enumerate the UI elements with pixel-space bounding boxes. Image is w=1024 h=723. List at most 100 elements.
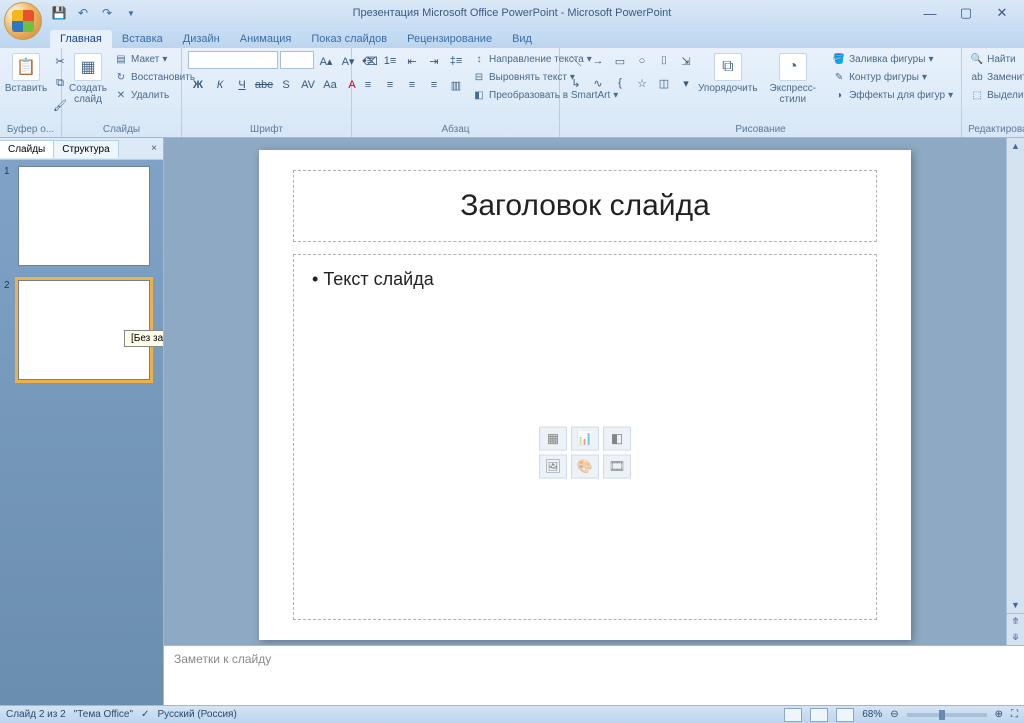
indent-inc-icon[interactable]: ⇥: [424, 51, 444, 71]
status-language[interactable]: Русский (Россия): [157, 709, 236, 720]
insert-media-icon[interactable]: 🎞: [603, 455, 631, 479]
sorter-view-icon[interactable]: [810, 708, 828, 722]
shape-rect-icon[interactable]: ▭: [610, 51, 630, 71]
zoom-out-icon[interactable]: ⊖: [890, 709, 898, 720]
tab-home[interactable]: Главная: [50, 30, 112, 48]
justify-icon[interactable]: ≡: [424, 75, 444, 95]
font-size-input[interactable]: [280, 51, 314, 69]
insert-table-icon[interactable]: ▦: [539, 427, 567, 451]
undo-icon[interactable]: ↶: [74, 4, 92, 22]
replace-button[interactable]: abЗаменить ▾: [968, 69, 1024, 85]
prev-slide-icon[interactable]: ⤊: [1007, 613, 1024, 629]
save-icon[interactable]: 💾: [50, 4, 68, 22]
tab-animation[interactable]: Анимация: [230, 30, 302, 48]
window-title: Презентация Microsoft Office PowerPoint …: [353, 7, 672, 19]
shape-effects-button[interactable]: ◑Эффекты для фигур ▾: [830, 87, 955, 103]
zoom-in-icon[interactable]: ⊕: [995, 709, 1003, 720]
notes-pane[interactable]: Заметки к слайду: [164, 645, 1024, 705]
align-center-icon[interactable]: ≡: [380, 75, 400, 95]
bold-button[interactable]: Ж: [188, 75, 208, 95]
shape-fill-button[interactable]: 🪣Заливка фигуры ▾: [830, 51, 955, 67]
indent-dec-icon[interactable]: ⇤: [402, 51, 422, 71]
columns-icon[interactable]: ▥: [446, 75, 466, 95]
shapes-gallery[interactable]: ＼ → ▭ ○ ⌷ ⇲ ↳ ∿ { ☆ ◫ ▾: [566, 51, 696, 93]
title-placeholder[interactable]: Заголовок слайда: [293, 170, 877, 242]
font-name-input[interactable]: [188, 51, 278, 69]
quick-styles-button[interactable]: ◔ Экспресс-стили: [760, 51, 826, 107]
slide-thumb-2[interactable]: 2 [Без заголовка]: [4, 280, 159, 380]
outline-tab[interactable]: Структура: [54, 140, 118, 158]
maximize-button[interactable]: ▢: [954, 3, 978, 23]
scroll-down-icon[interactable]: ▼: [1007, 597, 1024, 613]
align-right-icon[interactable]: ≡: [402, 75, 422, 95]
shape-star-icon[interactable]: ☆: [632, 73, 652, 93]
align-left-icon[interactable]: ≡: [358, 75, 378, 95]
slide-canvas[interactable]: Заголовок слайда • Текст слайда ▦ 📊 ◧ 🖼 …: [259, 150, 911, 640]
shape-more-icon[interactable]: ⇲: [676, 51, 696, 71]
close-button[interactable]: ✕: [990, 3, 1014, 23]
shape-curve-icon[interactable]: ∿: [588, 73, 608, 93]
shape-connector-icon[interactable]: ↳: [566, 73, 586, 93]
window-controls: — ▢ ✕: [918, 3, 1024, 23]
shapes-expand-icon[interactable]: ▾: [676, 73, 696, 93]
scroll-track[interactable]: [1007, 154, 1024, 597]
office-button[interactable]: [4, 2, 42, 40]
insert-picture-icon[interactable]: 🖼: [539, 455, 567, 479]
numbering-icon[interactable]: 1≡: [380, 51, 400, 71]
shape-line-icon[interactable]: ＼: [566, 51, 586, 71]
tab-insert[interactable]: Вставка: [112, 30, 173, 48]
underline-button[interactable]: Ч: [232, 75, 252, 95]
paste-button[interactable]: 📋 Вставить: [6, 51, 46, 96]
spellcheck-icon[interactable]: ✓: [141, 709, 149, 720]
grow-font-icon[interactable]: A▴: [316, 51, 336, 71]
zoom-slider[interactable]: [907, 713, 987, 717]
shape-brace-icon[interactable]: {: [610, 73, 630, 93]
redo-icon[interactable]: ↷: [98, 4, 116, 22]
shape-outline-button[interactable]: ✎Контур фигуры ▾: [830, 69, 955, 85]
zoom-value[interactable]: 68%: [862, 709, 882, 720]
slide-thumb-1[interactable]: 1: [4, 166, 159, 266]
fit-window-icon[interactable]: ⛶: [1011, 709, 1018, 720]
normal-view-icon[interactable]: [784, 708, 802, 722]
arrange-button[interactable]: ⧉ Упорядочить: [700, 51, 756, 96]
select-button[interactable]: ⬚Выделить ▾: [968, 87, 1024, 103]
slideshow-view-icon[interactable]: [836, 708, 854, 722]
tab-review[interactable]: Рецензирование: [397, 30, 502, 48]
insert-chart-icon[interactable]: 📊: [571, 427, 599, 451]
content-icons: ▦ 📊 ◧ 🖼 🎨 🎞: [539, 427, 631, 479]
case-button[interactable]: Aa: [320, 75, 340, 95]
shadow-button[interactable]: S: [276, 75, 296, 95]
spacing-button[interactable]: AV: [298, 75, 318, 95]
qat-dropdown-icon[interactable]: ▼: [122, 4, 140, 22]
insert-clipart-icon[interactable]: 🎨: [571, 455, 599, 479]
shape-oval-icon[interactable]: ○: [632, 51, 652, 71]
shape-callout-icon[interactable]: ◫: [654, 73, 674, 93]
new-slide-button[interactable]: ▦ Создать слайд: [68, 51, 108, 107]
work-area: Слайды Структура × 1 2 [Без заголовка] З…: [0, 138, 1024, 705]
select-icon: ⬚: [970, 88, 984, 102]
vertical-scrollbar[interactable]: ▲ ▼ ⤊ ⤋: [1006, 138, 1024, 645]
tab-view[interactable]: Вид: [502, 30, 542, 48]
office-logo-icon: [12, 10, 34, 32]
line-spacing-icon[interactable]: ‡≡: [446, 51, 466, 71]
scroll-up-icon[interactable]: ▲: [1007, 138, 1024, 154]
tab-slideshow[interactable]: Показ слайдов: [301, 30, 397, 48]
insert-smartart-icon[interactable]: ◧: [603, 427, 631, 451]
slide-edit-area[interactable]: Заголовок слайда • Текст слайда ▦ 📊 ◧ 🖼 …: [164, 138, 1006, 645]
minimize-button[interactable]: —: [918, 3, 942, 23]
strike-button[interactable]: abe: [254, 75, 274, 95]
quick-access-toolbar: 💾 ↶ ↷ ▼: [50, 4, 140, 22]
panel-close-icon[interactable]: ×: [145, 143, 163, 154]
shape-arrow-icon[interactable]: →: [588, 51, 608, 71]
shape-textbox-icon[interactable]: ⌷: [654, 51, 674, 71]
find-button[interactable]: 🔍Найти: [968, 51, 1024, 67]
slides-tab[interactable]: Слайды: [0, 140, 54, 158]
group-slides: ▦ Создать слайд ▤Макет ▾ ↻Восстановить ✕…: [62, 48, 182, 137]
bullets-icon[interactable]: •≡: [358, 51, 378, 71]
body-text: • Текст слайда: [312, 269, 858, 290]
tab-design[interactable]: Дизайн: [173, 30, 230, 48]
italic-button[interactable]: К: [210, 75, 230, 95]
next-slide-icon[interactable]: ⤋: [1007, 629, 1024, 645]
content-placeholder[interactable]: • Текст слайда ▦ 📊 ◧ 🖼 🎨 🎞: [293, 254, 877, 620]
fill-icon: 🪣: [832, 52, 846, 66]
